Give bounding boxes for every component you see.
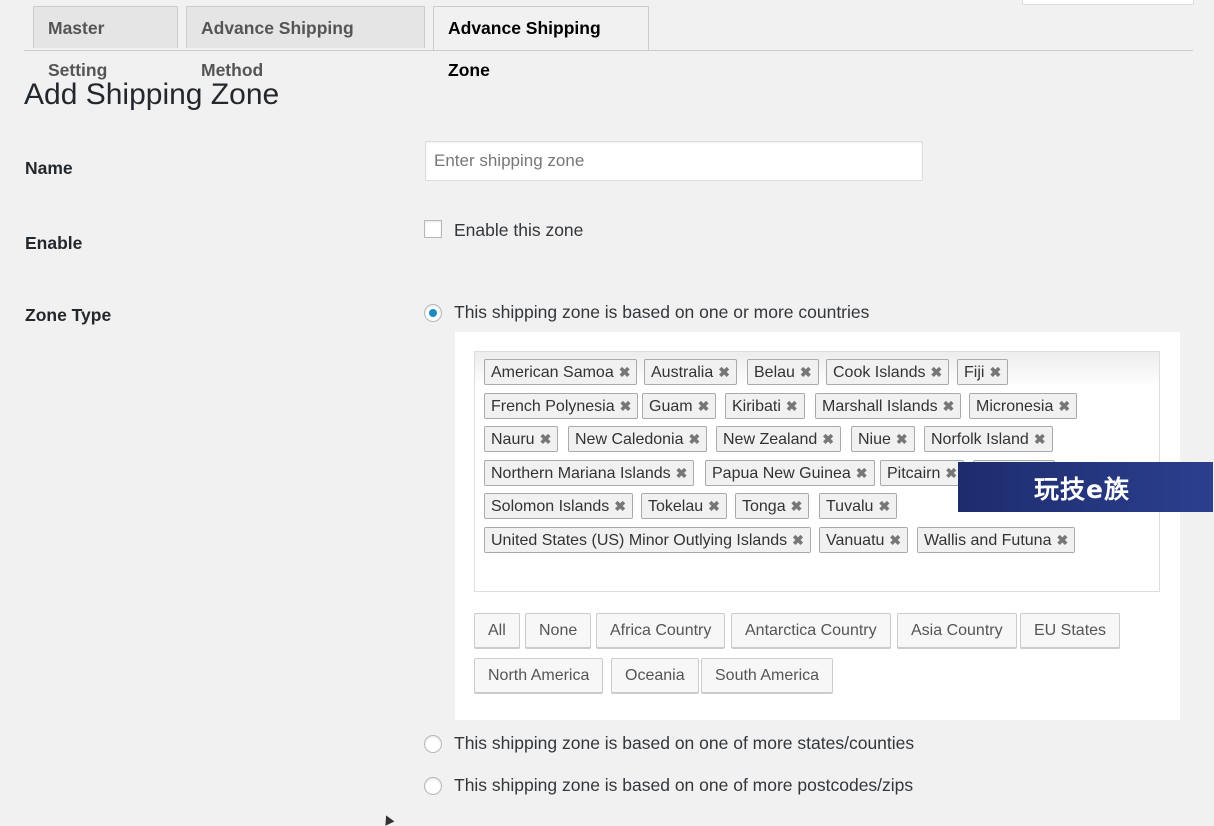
zone-type-states-radio[interactable]	[424, 735, 442, 753]
tab-bar: Master Setting Advance Shipping Method A…	[24, 0, 1193, 80]
radio-selected-dot	[429, 309, 437, 317]
watermark-banner: 玩技e族	[958, 462, 1213, 512]
remove-chip-icon[interactable]: ✖	[792, 528, 804, 552]
mouse-cursor-icon	[381, 813, 395, 826]
tab-master-setting[interactable]: Master Setting	[33, 6, 178, 80]
select-oceania-button[interactable]: Oceania	[611, 658, 699, 693]
country-chip: Pitcairn ✖	[880, 460, 965, 486]
remove-chip-icon[interactable]: ✖	[896, 427, 908, 451]
country-chip: Wallis and Futuna ✖	[917, 527, 1076, 553]
remove-chip-icon[interactable]: ✖	[689, 427, 701, 451]
select-all-button[interactable]: All	[474, 613, 520, 648]
country-chip: Australia ✖	[644, 359, 737, 385]
watermark-logo: 玩技e族	[1034, 475, 1130, 504]
select-africa-button[interactable]: Africa Country	[596, 613, 726, 648]
remove-chip-icon[interactable]: ✖	[718, 360, 730, 384]
country-chip: Nauru ✖	[484, 426, 559, 452]
select-none-button[interactable]: None	[525, 613, 592, 648]
remove-chip-icon[interactable]: ✖	[931, 360, 943, 384]
zone-type-label: Zone Type	[25, 305, 112, 325]
country-chip: Tuvalu ✖	[819, 493, 898, 519]
country-chip: Cook Islands ✖	[826, 359, 950, 385]
zone-type-postcodes-label[interactable]: This shipping zone is based on one of mo…	[454, 775, 913, 796]
country-chip: Vanuatu ✖	[819, 527, 909, 553]
select-asia-button[interactable]: Asia Country	[897, 613, 1017, 648]
tab-advance-shipping-zone[interactable]: Advance Shipping Zone	[433, 6, 649, 80]
remove-chip-icon[interactable]: ✖	[878, 494, 890, 518]
name-label: Name	[25, 158, 73, 178]
country-chip: Northern Mariana Islands ✖	[484, 460, 695, 486]
country-chip: Norfolk Island ✖	[924, 426, 1053, 452]
countries-panel: American Samoa ✖ Australia ✖ Belau ✖ Cook I…	[455, 332, 1180, 720]
remove-chip-icon[interactable]: ✖	[698, 394, 710, 418]
country-chip: Belau ✖	[747, 359, 819, 385]
zone-type-countries-radio[interactable]	[424, 304, 442, 322]
enable-label: Enable	[25, 233, 83, 253]
remove-chip-icon[interactable]: ✖	[708, 494, 720, 518]
page-title: Add Shipping Zone	[24, 78, 280, 111]
remove-chip-icon[interactable]: ✖	[822, 427, 834, 451]
country-chip: United States (US) Minor Outlying Island…	[484, 527, 811, 553]
remove-chip-icon[interactable]: ✖	[619, 360, 631, 384]
zone-type-states-label[interactable]: This shipping zone is based on one of mo…	[454, 733, 914, 754]
remove-chip-icon[interactable]: ✖	[791, 494, 803, 518]
select-antarctica-button[interactable]: Antarctica Country	[731, 613, 891, 648]
remove-chip-icon[interactable]: ✖	[786, 394, 798, 418]
select-eu-states-button[interactable]: EU States	[1020, 613, 1121, 648]
country-chip: Tonga ✖	[735, 493, 810, 519]
country-chip: Papua New Guinea ✖	[705, 460, 875, 486]
tab-advance-shipping-method[interactable]: Advance Shipping Method	[186, 6, 425, 80]
select-north-america-button[interactable]: North America	[474, 658, 604, 693]
country-chip: Kiribati ✖	[725, 393, 805, 419]
country-chip: Guam ✖	[642, 393, 717, 419]
remove-chip-icon[interactable]: ✖	[945, 461, 957, 485]
country-chip: French Polynesia ✖	[484, 393, 639, 419]
country-chip: Tokelau ✖	[641, 493, 727, 519]
remove-chip-icon[interactable]: ✖	[676, 461, 688, 485]
remove-chip-icon[interactable]: ✖	[889, 528, 901, 552]
shipping-zone-name-input[interactable]	[425, 141, 923, 181]
country-chip: Micronesia ✖	[969, 393, 1078, 419]
remove-chip-icon[interactable]: ✖	[989, 360, 1001, 384]
enable-zone-checkbox[interactable]	[424, 220, 442, 238]
select-south-america-button[interactable]: South America	[701, 658, 834, 693]
zone-type-countries-label[interactable]: This shipping zone is based on one or mo…	[454, 302, 869, 323]
country-chip: Fiji ✖	[957, 359, 1009, 385]
country-chip: New Zealand ✖	[716, 426, 842, 452]
remove-chip-icon[interactable]: ✖	[614, 494, 626, 518]
remove-chip-icon[interactable]: ✖	[1058, 394, 1070, 418]
remove-chip-icon[interactable]: ✖	[620, 394, 632, 418]
country-chip: Niue ✖	[851, 426, 915, 452]
country-chip: Solomon Islands ✖	[484, 493, 634, 519]
remove-chip-icon[interactable]: ✖	[1034, 427, 1046, 451]
remove-chip-icon[interactable]: ✖	[800, 360, 812, 384]
remove-chip-icon[interactable]: ✖	[943, 394, 955, 418]
country-chip: New Caledonia ✖	[568, 426, 708, 452]
country-chip: American Samoa ✖	[484, 359, 638, 385]
enable-zone-checkbox-label[interactable]: Enable this zone	[454, 220, 583, 241]
remove-chip-icon[interactable]: ✖	[1056, 528, 1068, 552]
zone-type-postcodes-radio[interactable]	[424, 777, 442, 795]
remove-chip-icon[interactable]: ✖	[540, 427, 552, 451]
country-chip: Marshall Islands ✖	[815, 393, 962, 419]
remove-chip-icon[interactable]: ✖	[856, 461, 868, 485]
